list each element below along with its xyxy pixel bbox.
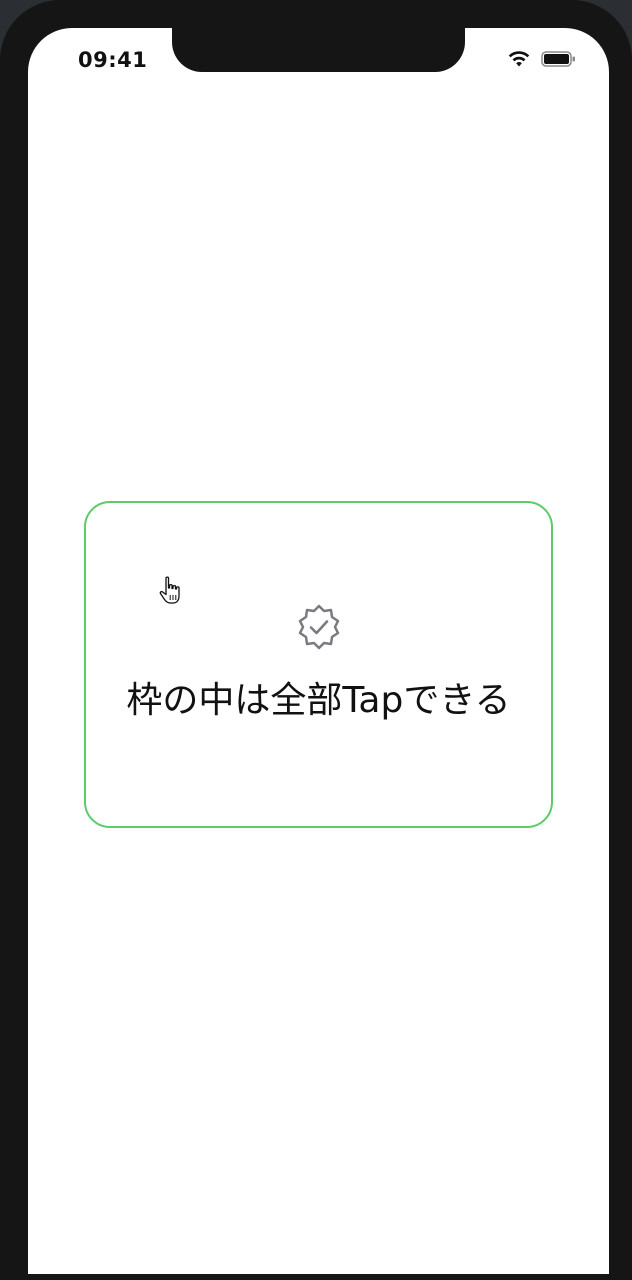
- app-screen: 09:41 枠の中は全部Tapできる: [28, 28, 609, 1274]
- battery-icon: [541, 51, 575, 67]
- verified-badge-icon: [298, 604, 340, 650]
- status-icons: [507, 50, 577, 68]
- phone-frame: 09:41 枠の中は全部Tapできる: [0, 0, 632, 1280]
- notch: [172, 28, 465, 72]
- wifi-icon: [508, 51, 530, 67]
- tappable-card[interactable]: 枠の中は全部Tapできる: [84, 501, 553, 828]
- hand-pointer-icon: [159, 576, 180, 604]
- status-time: 09:41: [78, 48, 148, 72]
- card-label: 枠の中は全部Tapできる: [126, 680, 511, 721]
